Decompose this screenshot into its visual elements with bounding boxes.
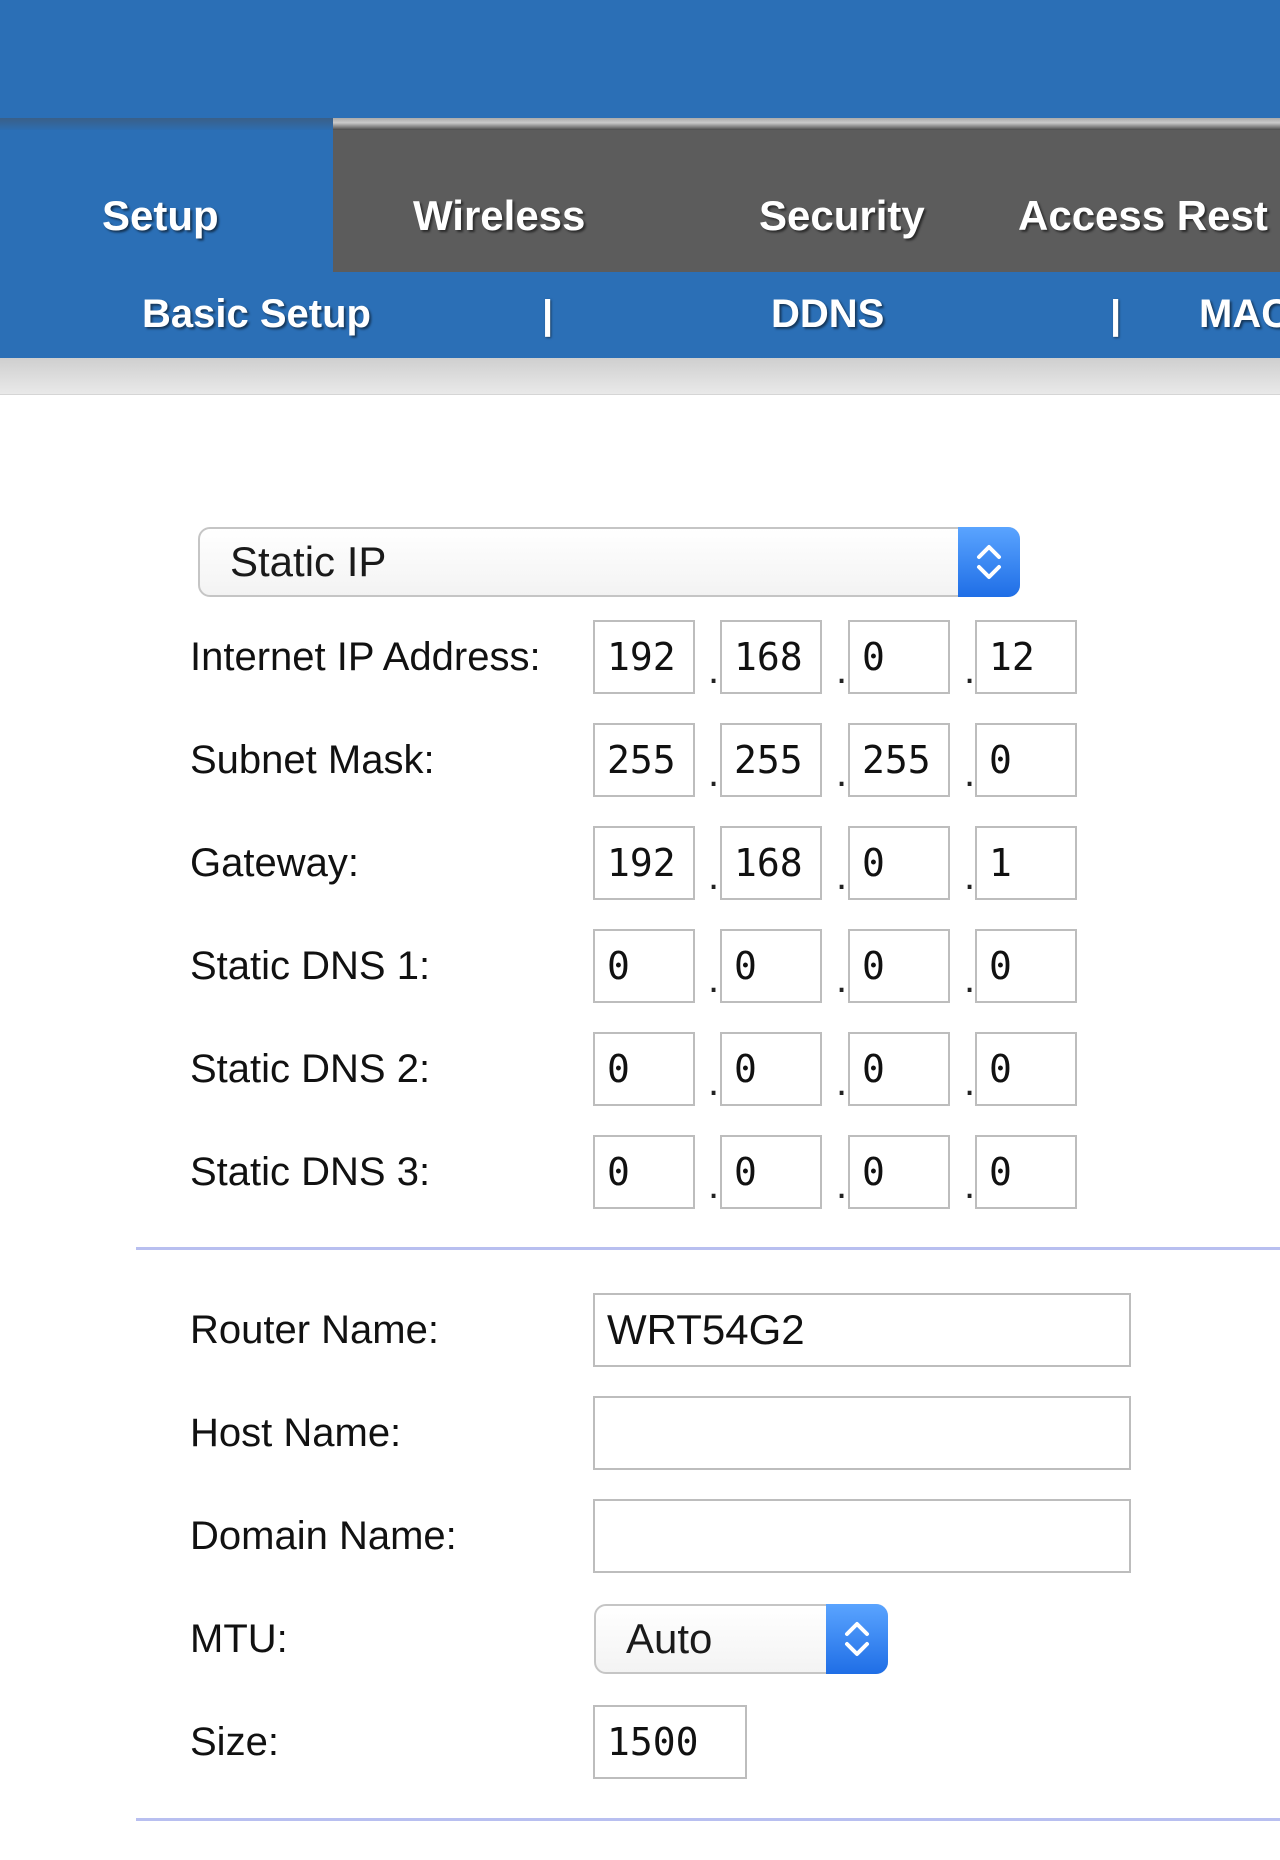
subtab-ddns[interactable]: DDNS: [771, 282, 884, 346]
ip-octet-input[interactable]: 1: [975, 826, 1077, 900]
section-divider: [136, 1247, 1280, 1250]
subnav-separator: |: [1110, 293, 1122, 337]
ip-octet-input[interactable]: 255: [593, 723, 695, 797]
mtu-label: MTU:: [190, 1617, 288, 1661]
ip-row-label: Static DNS 2:: [190, 1047, 431, 1091]
ip-dot-separator: .: [708, 854, 720, 898]
ip-dot-separator: .: [836, 957, 848, 1001]
ip-dot-separator: .: [708, 751, 720, 795]
ip-octet-input[interactable]: 0: [848, 826, 950, 900]
ip-octet-input[interactable]: 255: [848, 723, 950, 797]
mtu-value: Auto: [626, 1615, 713, 1662]
router-name-label: Router Name:: [190, 1308, 439, 1352]
ip-dot-separator: .: [708, 648, 720, 692]
tab-security[interactable]: Security: [759, 186, 925, 246]
content-top-strip: [0, 358, 1280, 395]
domain-name-label: Domain Name:: [190, 1514, 457, 1558]
ip-octet-input[interactable]: 0: [848, 929, 950, 1003]
ip-dot-separator: .: [964, 1060, 976, 1104]
ip-octet-input[interactable]: 0: [720, 929, 822, 1003]
subnav-separator: |: [542, 293, 554, 337]
ip-octet-input[interactable]: 0: [720, 1135, 822, 1209]
select-arrows-icon: [958, 527, 1020, 597]
ip-dot-separator: .: [964, 957, 976, 1001]
ip-octet-input[interactable]: 192: [593, 826, 695, 900]
section-divider: [136, 1818, 1280, 1821]
ip-dot-separator: .: [836, 1163, 848, 1207]
ip-octet-input[interactable]: 0: [848, 620, 950, 694]
mtu-size-input[interactable]: 1500: [593, 1705, 747, 1779]
ip-octet-input[interactable]: 0: [720, 1032, 822, 1106]
size-label: Size:: [190, 1720, 279, 1764]
connection-type-select[interactable]: Static IP: [198, 527, 1020, 597]
ip-dot-separator: .: [836, 854, 848, 898]
ip-dot-separator: .: [836, 751, 848, 795]
domain-name-input[interactable]: [593, 1499, 1131, 1573]
host-name-label: Host Name:: [190, 1411, 402, 1455]
subtab-basic-setup[interactable]: Basic Setup: [142, 282, 371, 346]
ip-octet-input[interactable]: 168: [720, 620, 822, 694]
ip-dot-separator: .: [836, 1060, 848, 1104]
ip-octet-input[interactable]: 192: [593, 620, 695, 694]
ip-octet-input[interactable]: 0: [593, 1135, 695, 1209]
tab-access-restrictions[interactable]: Access Rest: [1018, 186, 1268, 246]
ip-octet-input[interactable]: 0: [975, 1032, 1077, 1106]
ip-octet-input[interactable]: 0: [975, 1135, 1077, 1209]
select-arrows-icon: [826, 1604, 888, 1674]
ip-row-label: Internet IP Address:: [190, 635, 541, 679]
ip-row-label: Static DNS 1:: [190, 944, 431, 988]
ip-octet-input[interactable]: 0: [848, 1135, 950, 1209]
ip-dot-separator: .: [964, 648, 976, 692]
header-band: [0, 0, 1280, 118]
ip-dot-separator: .: [964, 854, 976, 898]
ip-octet-input[interactable]: 0: [975, 723, 1077, 797]
host-name-input[interactable]: [593, 1396, 1131, 1470]
ip-dot-separator: .: [836, 648, 848, 692]
tab-row-shadow: [333, 118, 1280, 130]
ip-row-label: Static DNS 3:: [190, 1150, 431, 1194]
ip-octet-input[interactable]: 0: [848, 1032, 950, 1106]
tab-setup[interactable]: Setup: [102, 186, 219, 246]
router-name-input[interactable]: WRT54G2: [593, 1293, 1131, 1367]
ip-octet-input[interactable]: 0: [593, 929, 695, 1003]
connection-type-value: Static IP: [230, 538, 387, 585]
subtab-mac[interactable]: MAC: [1199, 282, 1280, 346]
ip-dot-separator: .: [708, 1060, 720, 1104]
tab-wireless[interactable]: Wireless: [413, 186, 585, 246]
ip-octet-input[interactable]: 168: [720, 826, 822, 900]
mtu-select[interactable]: Auto: [594, 1604, 888, 1674]
ip-octet-input[interactable]: 12: [975, 620, 1077, 694]
ip-row-label: Gateway:: [190, 841, 359, 885]
ip-dot-separator: .: [708, 957, 720, 1001]
ip-row-label: Subnet Mask:: [190, 738, 435, 782]
ip-octet-input[interactable]: 0: [975, 929, 1077, 1003]
ip-dot-separator: .: [964, 751, 976, 795]
ip-octet-input[interactable]: 255: [720, 723, 822, 797]
ip-dot-separator: .: [964, 1163, 976, 1207]
ip-dot-separator: .: [708, 1163, 720, 1207]
ip-octet-input[interactable]: 0: [593, 1032, 695, 1106]
